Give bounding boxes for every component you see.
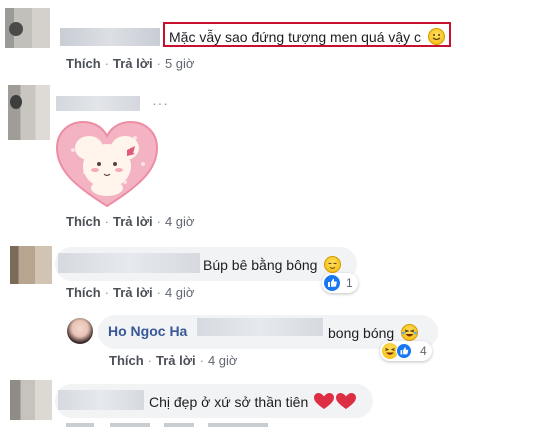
smile-emoji <box>427 28 445 45</box>
reaction-summary[interactable]: 1 <box>322 273 358 293</box>
reaction-count: 4 <box>420 344 427 358</box>
timestamp[interactable]: 4 giờ <box>165 285 195 300</box>
author-name[interactable]: Ho Ngoc Ha <box>108 323 187 339</box>
avatar[interactable] <box>10 246 52 284</box>
blurred-username <box>197 318 323 336</box>
separator-dot: · <box>199 353 204 368</box>
timestamp[interactable]: 5 giờ <box>165 56 195 71</box>
highlighted-comment-text: Mặc vẫy sao đứng tượng men quá vậy c <box>163 22 451 47</box>
reply-link[interactable]: Trả lời <box>113 285 153 300</box>
blurred-username <box>56 96 140 111</box>
comment-text: Chị đẹp ở xứ sở thần tiên <box>149 394 309 410</box>
timestamp[interactable]: 4 giờ <box>165 214 195 229</box>
timestamp[interactable]: 4 giờ <box>208 353 238 368</box>
like-link[interactable]: Thích <box>109 353 144 368</box>
separator-dot: · <box>147 353 153 368</box>
reply-link[interactable]: Trả lời <box>113 56 153 71</box>
reply-link[interactable]: Trả lời <box>156 353 196 368</box>
blurred-username <box>60 28 160 46</box>
actions-row-partial <box>66 423 296 427</box>
reaction-count: 1 <box>346 276 353 290</box>
separator-dot: · <box>104 214 110 229</box>
separator-dot: · <box>104 56 110 71</box>
like-link[interactable]: Thích <box>66 214 101 229</box>
like-link[interactable]: Thích <box>66 56 101 71</box>
blurred-username <box>58 390 144 410</box>
more-options-icon[interactable]: ··· <box>152 95 169 111</box>
reply-link[interactable]: Trả lời <box>113 214 153 229</box>
avatar[interactable] <box>10 380 52 420</box>
avatar[interactable] <box>8 85 50 140</box>
comment-text: bong bóng <box>328 325 395 341</box>
reaction-summary[interactable]: 4 <box>380 341 432 361</box>
two-red-hearts <box>314 393 357 413</box>
comment-text: Mặc vẫy sao đứng tượng men quá vậy c <box>169 29 422 45</box>
blurred-username <box>58 253 200 273</box>
avatar[interactable] <box>67 318 93 344</box>
separator-dot: · <box>156 56 161 71</box>
separator-dot: · <box>104 285 110 300</box>
separator-dot: · <box>156 285 161 300</box>
comment-text: Búp bê bằng bông <box>203 257 318 273</box>
relieved-emoji <box>324 256 342 273</box>
laughing-tears-emoji <box>401 324 419 341</box>
separator-dot: · <box>156 214 161 229</box>
avatar[interactable] <box>5 8 50 48</box>
like-link[interactable]: Thích <box>66 285 101 300</box>
like-reaction-icon <box>396 343 412 359</box>
like-reaction-icon <box>324 275 340 291</box>
pink-bunny-heart-sticker <box>55 120 159 208</box>
